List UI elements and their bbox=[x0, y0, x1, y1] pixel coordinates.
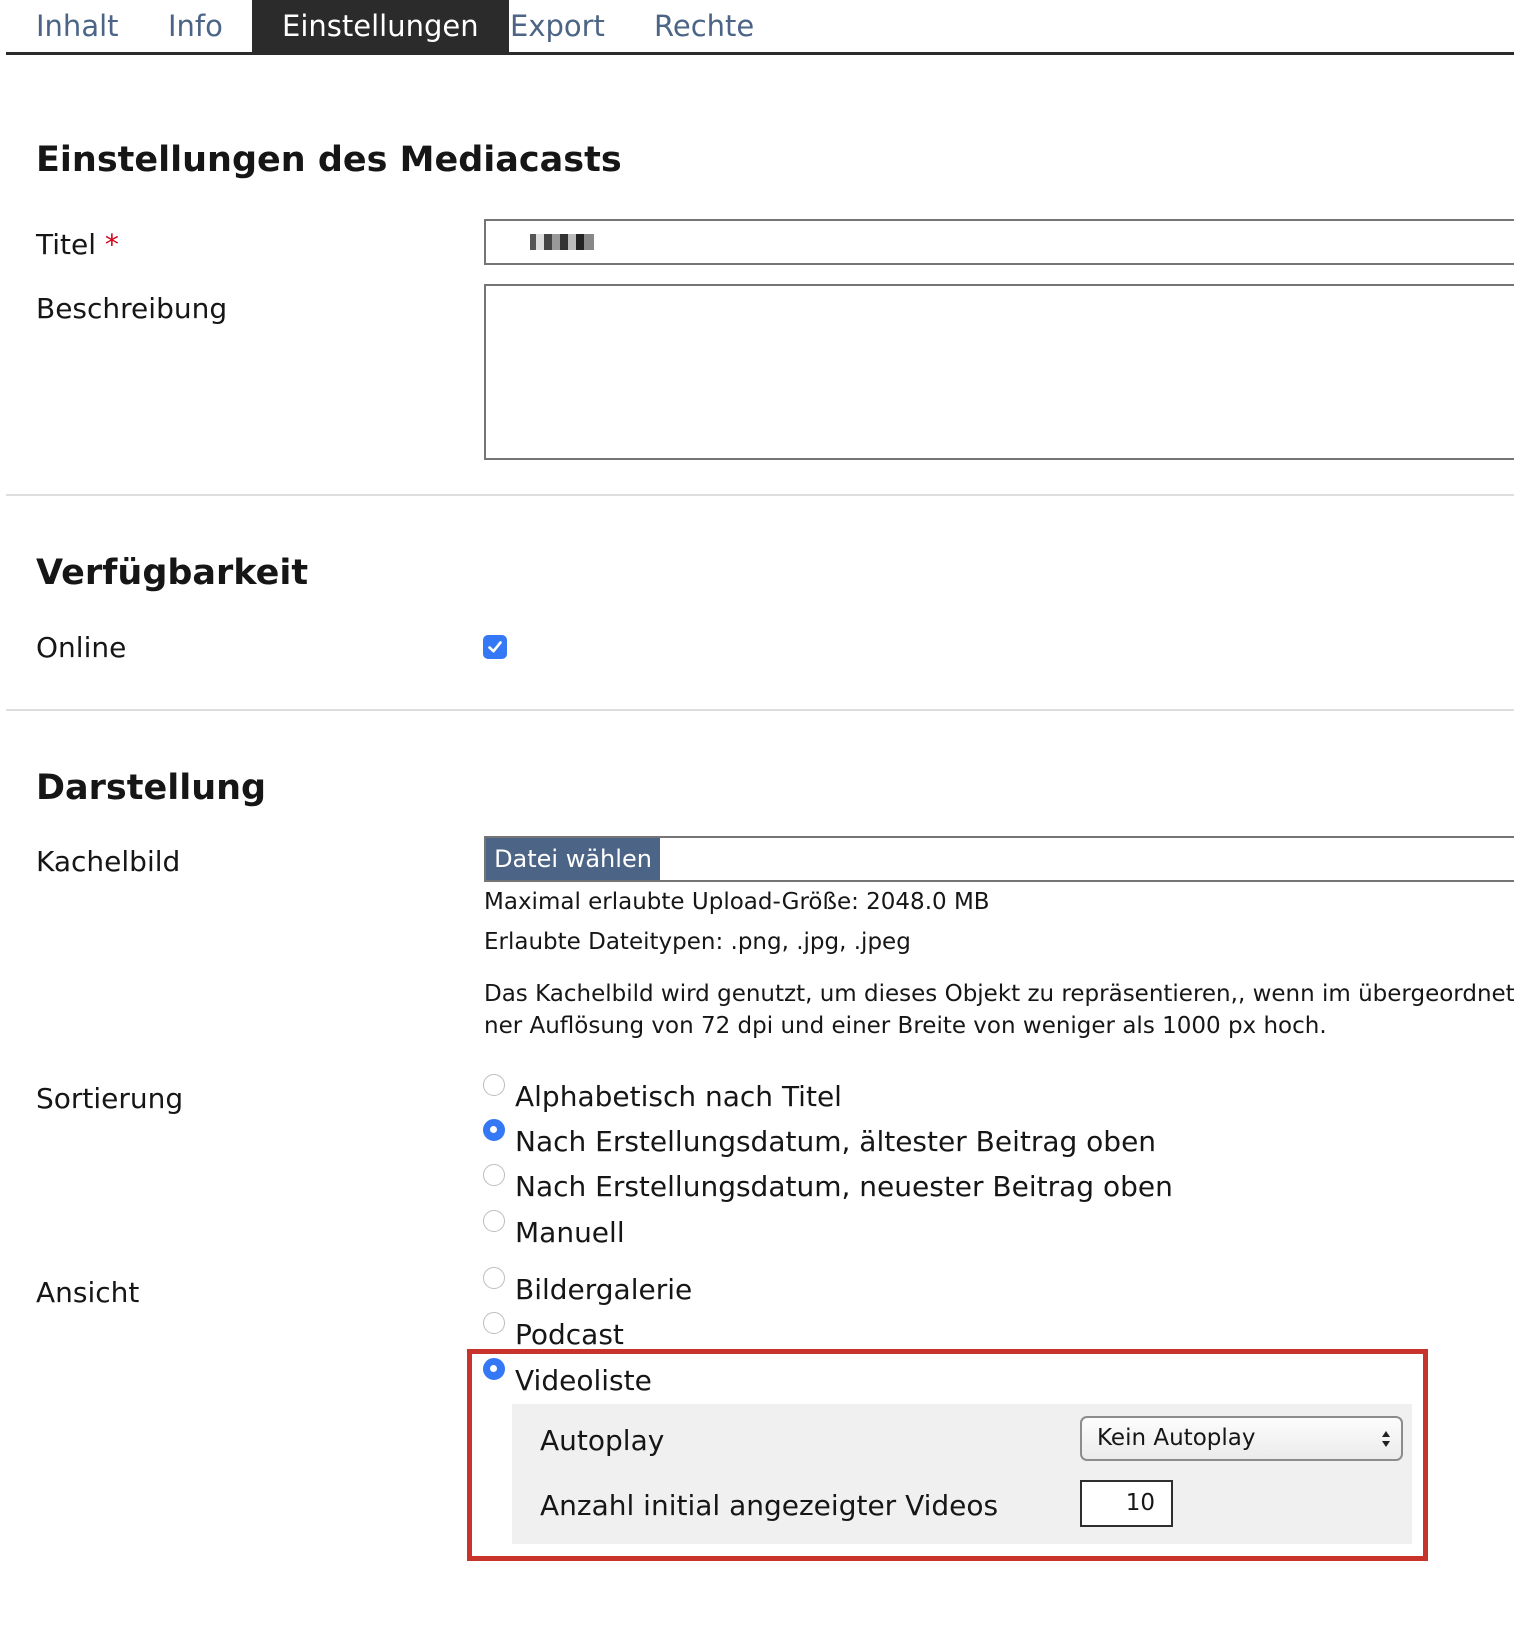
radio-button[interactable] bbox=[483, 1312, 505, 1334]
radio-label: Podcast bbox=[515, 1317, 624, 1351]
radio-button-selected[interactable] bbox=[483, 1358, 505, 1380]
radio-label: Nach Erstellungsdatum, neuester Beitrag … bbox=[515, 1169, 1173, 1203]
sorting-label: Sortierung bbox=[36, 1082, 184, 1115]
radio-label: Manuell bbox=[515, 1215, 625, 1249]
autoplay-label: Autoplay bbox=[540, 1424, 665, 1457]
online-checkbox[interactable] bbox=[483, 635, 507, 659]
choose-file-button[interactable]: Datei wählen bbox=[486, 838, 660, 880]
file-upload-field: Datei wählen bbox=[484, 836, 1514, 882]
initial-videos-label: Anzahl initial angezeigter Videos bbox=[540, 1489, 999, 1522]
sorting-option-alphabetical[interactable]: Alphabetisch nach Titel bbox=[483, 1074, 842, 1116]
initial-videos-input[interactable]: 10 bbox=[1080, 1480, 1173, 1527]
max-upload-info: Maximal erlaubte Upload-Größe: 2048.0 MB bbox=[484, 889, 990, 915]
autoplay-select[interactable]: Kein Autoplay bbox=[1080, 1416, 1403, 1461]
radio-button[interactable] bbox=[483, 1074, 505, 1096]
required-marker: * bbox=[104, 228, 119, 261]
description-label: Beschreibung bbox=[36, 292, 228, 325]
tab-rechte[interactable]: Rechte bbox=[624, 0, 784, 52]
tile-image-help-line2: ner Auflösung von 72 dpi und einer Breit… bbox=[484, 1013, 1327, 1039]
title-label: Titel * bbox=[36, 228, 119, 261]
tab-bar: Inhalt Info Einstellungen Export Rechte bbox=[6, 0, 1514, 55]
radio-button[interactable] bbox=[483, 1210, 505, 1232]
description-textarea[interactable] bbox=[484, 284, 1514, 460]
checkmark-icon bbox=[488, 641, 502, 653]
tab-inhalt[interactable]: Inhalt bbox=[6, 0, 149, 52]
radio-button-selected[interactable] bbox=[483, 1119, 505, 1141]
autoplay-select-value: Kein Autoplay bbox=[1097, 1425, 1256, 1451]
divider bbox=[6, 494, 1514, 496]
radio-label: Bildergalerie bbox=[515, 1272, 693, 1306]
tab-einstellungen[interactable]: Einstellungen bbox=[252, 0, 509, 52]
view-label: Ansicht bbox=[36, 1276, 140, 1309]
tile-image-label: Kachelbild bbox=[36, 845, 181, 878]
sorting-option-oldest-first[interactable]: Nach Erstellungsdatum, ältester Beitrag … bbox=[483, 1119, 1157, 1161]
radio-button[interactable] bbox=[483, 1164, 505, 1186]
online-label: Online bbox=[36, 631, 127, 664]
tab-export[interactable]: Export bbox=[480, 0, 635, 52]
radio-button[interactable] bbox=[483, 1267, 505, 1289]
radio-label: Videoliste bbox=[515, 1363, 652, 1397]
videolist-options-panel: Autoplay Kein Autoplay Anzahl initial an… bbox=[512, 1404, 1412, 1544]
divider bbox=[6, 709, 1514, 711]
section-heading-availability: Verfügbarkeit bbox=[36, 553, 309, 593]
title-input[interactable] bbox=[484, 219, 1514, 265]
title-label-text: Titel bbox=[36, 228, 97, 261]
sorting-option-newest-first[interactable]: Nach Erstellungsdatum, neuester Beitrag … bbox=[483, 1164, 1173, 1206]
section-heading-display: Darstellung bbox=[36, 768, 267, 808]
radio-label: Nach Erstellungsdatum, ältester Beitrag … bbox=[515, 1124, 1157, 1158]
view-option-podcast[interactable]: Podcast bbox=[483, 1312, 624, 1354]
tile-image-help-line1: Das Kachelbild wird genutzt, um dieses O… bbox=[484, 981, 1514, 1007]
select-arrows-icon bbox=[1382, 1431, 1390, 1447]
view-option-videolist[interactable]: Videoliste bbox=[483, 1358, 652, 1400]
redacted-title-value bbox=[522, 234, 594, 250]
sorting-option-manual[interactable]: Manuell bbox=[483, 1210, 625, 1252]
tab-info[interactable]: Info bbox=[138, 0, 253, 52]
allowed-types-info: Erlaubte Dateitypen: .png, .jpg, .jpeg bbox=[484, 929, 911, 955]
section-heading-settings: Einstellungen des Mediacasts bbox=[36, 140, 622, 180]
radio-label: Alphabetisch nach Titel bbox=[515, 1079, 842, 1113]
view-option-gallery[interactable]: Bildergalerie bbox=[483, 1267, 693, 1309]
